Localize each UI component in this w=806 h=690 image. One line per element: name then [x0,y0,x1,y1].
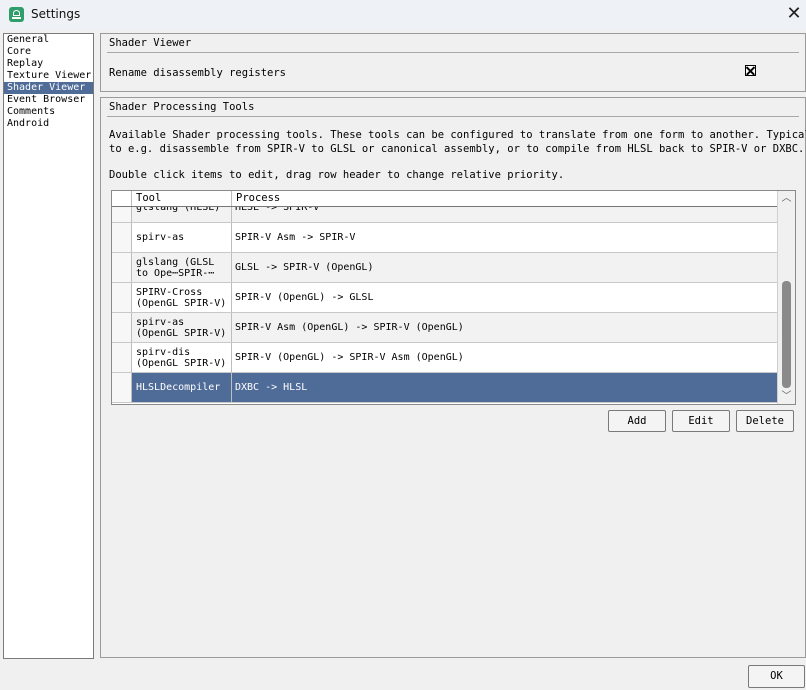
tools-description-line2: to e.g. disassemble from SPIR-V to GLSL … [109,143,805,155]
table-row[interactable]: HLSLDecompiler DXBC -> HLSL [112,373,777,403]
process-cell-text: HLSL -> SPIR-V [235,207,320,213]
tool-cell-line: spirv-as [136,316,185,328]
table-row[interactable]: spirv-as (OpenGL SPIR-V) SPIR-V Asm (OpenG… [112,313,777,343]
tool-cell-line: spirv-as [136,232,185,243]
table-body: glslang (HLSL) HLSL -> SPIR-V spirv-as SPIR… [112,207,777,404]
tool-cell[interactable]: SPIRV-Cross (OpenGL SPIR-V) [132,283,232,312]
tool-cell-line: spirv-dis [136,346,191,358]
scrollbar-thumb[interactable] [782,281,791,388]
process-cell-text: SPIR-V (OpenGL) -> GLSL [235,292,374,303]
rename-registers-label: Rename disassembly registers [109,67,287,79]
table-header: Tool Process [112,191,777,207]
process-cell[interactable]: DXBC -> HLSL [232,373,777,402]
process-cell-text: SPIR-V Asm -> SPIR-V [235,232,356,243]
nav-item-android[interactable]: Android [4,118,93,130]
divider [107,116,799,117]
process-cell[interactable]: HLSL -> SPIR-V [232,207,777,222]
tool-cell-line: HLSLDecompiler [136,382,221,393]
table-row[interactable]: glslang (HLSL) HLSL -> SPIR-V [112,207,777,223]
tool-cell[interactable]: glslang (GLSL to Ope⋯SPIR-⋯ [132,253,232,282]
delete-button[interactable]: Delete [736,410,794,432]
tool-cell-line: glslang (HLSL) [136,207,221,213]
tools-hint: Double click items to edit, drag row hea… [109,169,565,181]
tool-cell[interactable]: spirv-dis (OpenGL SPIR-V) [132,343,232,372]
edit-button[interactable]: Edit [672,410,730,432]
nav-item-comments[interactable]: Comments [4,106,93,118]
tools-table[interactable]: Tool Process glslang (HLSL) HLSL -> SPIR-… [111,190,796,405]
tool-cell[interactable]: spirv-as (OpenGL SPIR-V) [132,313,232,342]
tool-cell[interactable]: HLSLDecompiler [132,373,232,402]
tool-cell[interactable]: glslang (HLSL) [132,207,232,222]
column-header-process[interactable]: Process [232,191,777,206]
nav-item-shader-viewer[interactable]: Shader Viewer [4,82,93,94]
tool-cell-line: SPIRV-Cross [136,286,203,298]
tools-description-line1: Available Shader processing tools. These… [109,129,806,141]
nav-item-core[interactable]: Core [4,46,93,58]
row-header[interactable] [112,223,132,252]
process-cell[interactable]: GLSL -> SPIR-V (OpenGL) [232,253,777,282]
scroll-up-icon[interactable]: ︿ [778,191,795,206]
nav-item-texture-viewer[interactable]: Texture Viewer [4,70,93,82]
add-button[interactable]: Add [608,410,666,432]
table-row[interactable]: spirv-as SPIR-V Asm -> SPIR-V [112,223,777,253]
process-cell-text: SPIR-V Asm (OpenGL) -> SPIR-V (OpenGL) [235,322,464,333]
column-header-tool[interactable]: Tool [132,191,232,206]
close-icon[interactable]: ✕ [783,3,805,25]
nav-item-event-browser[interactable]: Event Browser [4,94,93,106]
group-title: Shader Viewer [109,37,192,49]
process-cell-text: DXBC -> HLSL [235,382,308,393]
scroll-down-icon[interactable]: ﹀ [778,389,795,404]
process-cell[interactable]: SPIR-V (OpenGL) -> GLSL [232,283,777,312]
nav-item-replay[interactable]: Replay [4,58,93,70]
nav-item-general[interactable]: General [4,34,93,46]
row-header[interactable] [112,283,132,312]
process-cell[interactable]: SPIR-V Asm (OpenGL) -> SPIR-V (OpenGL) [232,313,777,342]
group-title: Shader Processing Tools [109,101,255,113]
process-cell-text: GLSL -> SPIR-V (OpenGL) [235,262,374,273]
tool-cell[interactable]: spirv-as [132,223,232,252]
row-header[interactable] [112,253,132,282]
app-icon [9,7,24,22]
table-scrollbar[interactable]: ︿ ﹀ [777,191,795,404]
tool-cell-line: (OpenGL SPIR-V) [136,327,227,339]
tool-cell-line: glslang (GLSL [136,256,215,268]
shader-viewer-group: Shader Viewer Rename disassembly registe… [100,33,806,92]
process-cell-text: SPIR-V (OpenGL) -> SPIR-V Asm (OpenGL) [235,352,464,363]
rename-registers-checkbox[interactable] [745,65,756,76]
corner-header [112,191,132,206]
tool-cell-line: to Ope⋯SPIR-⋯ [136,267,215,279]
process-cell[interactable]: SPIR-V Asm -> SPIR-V [232,223,777,252]
settings-category-list[interactable]: General Core Replay Texture Viewer Shade… [3,33,94,659]
tool-cell-line: (OpenGL SPIR-V) [136,297,227,309]
table-row[interactable]: spirv-dis (OpenGL SPIR-V) SPIR-V (OpenGL) … [112,343,777,373]
ok-button[interactable]: OK [748,665,805,688]
table-row[interactable]: SPIRV-Cross (OpenGL SPIR-V) SPIR-V (OpenGL… [112,283,777,313]
table-row[interactable]: glslang (GLSL to Ope⋯SPIR-⋯ GLSL -> SPIR-V… [112,253,777,283]
shader-tools-group: Shader Processing Tools Available Shader… [100,97,806,658]
row-header[interactable] [112,373,132,402]
divider [107,52,799,53]
window-title: Settings [31,7,81,21]
tool-cell-line: (OpenGL SPIR-V) [136,357,227,369]
process-cell[interactable]: SPIR-V (OpenGL) -> SPIR-V Asm (OpenGL) [232,343,777,372]
row-header[interactable] [112,343,132,372]
title-bar: Settings ✕ [0,0,806,30]
row-header[interactable] [112,207,132,222]
row-header[interactable] [112,313,132,342]
